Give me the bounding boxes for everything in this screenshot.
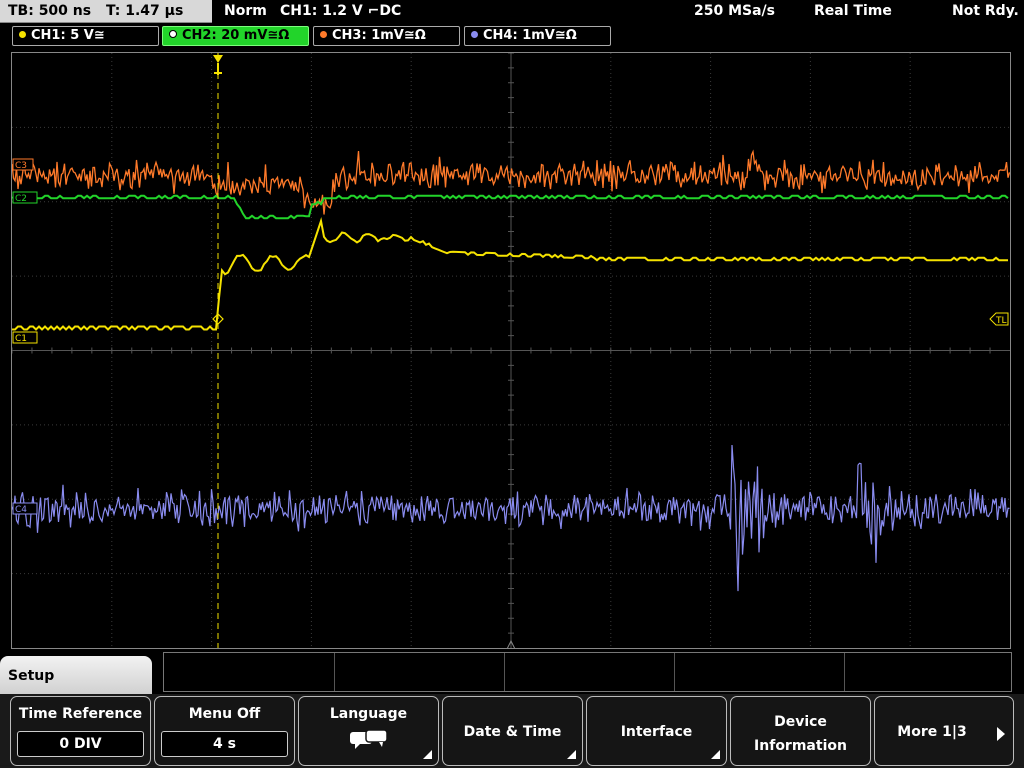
- channel-tab-label: CH2: 20 mV≅Ω: [182, 28, 290, 43]
- menu-title-tab: Setup: [0, 656, 152, 696]
- interface-softkey[interactable]: Interface: [586, 696, 727, 766]
- menu-off-softkey[interactable]: Menu Off 4 s: [154, 696, 295, 766]
- device-information-softkey[interactable]: Device Information: [730, 696, 871, 766]
- ch2-ground-marker[interactable]: C2: [12, 191, 38, 204]
- softkey-label: Time Reference: [18, 706, 143, 722]
- channel-tab-ch3[interactable]: CH3: 1mV≅Ω: [313, 26, 460, 46]
- acquisition-state: Not Rdy.: [952, 3, 1019, 19]
- strip-divider: [504, 653, 505, 691]
- trigger-position-marker[interactable]: [213, 55, 223, 75]
- next-page-arrow-icon: [997, 727, 1005, 741]
- softkey-label: Language: [329, 706, 408, 722]
- channel-tab-ch2[interactable]: CH2: 20 mV≅Ω: [162, 26, 309, 46]
- channel-tabs: CH1: 5 V≅ CH2: 20 mV≅Ω CH3: 1mV≅Ω CH4: 1…: [0, 26, 1024, 48]
- more-softkey[interactable]: More 1|3: [874, 696, 1014, 766]
- language-softkey[interactable]: Language: [298, 696, 439, 766]
- strip-divider: [334, 653, 335, 691]
- channel-tab-label: CH3: 1mV≅Ω: [332, 28, 426, 43]
- date-time-softkey[interactable]: Date & Time: [442, 696, 583, 766]
- softkey-bar: Time Reference 0 DIV Menu Off 4 s Langua…: [0, 694, 1024, 768]
- submenu-indicator: [567, 750, 576, 759]
- submenu-indicator: [711, 750, 720, 759]
- channel-tab-label: CH4: 1mV≅Ω: [483, 28, 577, 43]
- ch1-trace: [12, 217, 1008, 331]
- softkey-label: Menu Off: [188, 706, 261, 722]
- ch3-color-dot: [320, 31, 327, 38]
- menu-off-value: 4 s: [161, 731, 288, 757]
- softkey-label: Interface: [620, 724, 693, 740]
- trigger-level-label: TL: [995, 316, 1007, 326]
- acquisition-mode: Real Time: [814, 3, 892, 19]
- menu-info-strip: [163, 652, 1012, 692]
- ch3-marker-label: C3: [15, 161, 27, 171]
- time-reference-softkey[interactable]: Time Reference 0 DIV: [10, 696, 151, 766]
- softkey-label: Date & Time: [463, 724, 562, 740]
- channel-tab-label: CH1: 5 V≅: [31, 28, 105, 43]
- ch4-color-dot: [471, 31, 478, 38]
- ch1-color-dot: [19, 31, 26, 38]
- ch2-marker-label: C2: [15, 194, 27, 204]
- channel-tab-ch4[interactable]: CH4: 1mV≅Ω: [464, 26, 611, 46]
- trigger-mode[interactable]: Norm: [224, 0, 267, 23]
- sample-rate: 250 MSa/s: [694, 3, 776, 19]
- timebase-value: TB: 500 ns: [8, 3, 92, 19]
- softkey-label: More 1|3: [897, 724, 967, 740]
- ch4-marker-label: C4: [15, 505, 27, 515]
- softkey-label-line1: Device: [774, 714, 827, 730]
- timebase-box[interactable]: TB: 500 ns T: 1.47 µs: [0, 0, 212, 23]
- strip-divider: [674, 653, 675, 691]
- status-bar: TB: 500 ns T: 1.47 µs Norm CH1: 1.2 V ⌐D…: [0, 0, 1024, 24]
- ch2-trace: [12, 194, 1009, 220]
- strip-divider: [844, 653, 845, 691]
- channel-tab-ch1[interactable]: CH1: 5 V≅: [12, 26, 159, 46]
- ch1-ground-marker[interactable]: C1: [12, 331, 38, 344]
- ch1-marker-label: C1: [15, 334, 27, 344]
- trigger-time-value: T: 1.47 µs: [105, 3, 184, 19]
- submenu-indicator: [423, 750, 432, 759]
- speech-bubbles-icon: [350, 729, 388, 749]
- waveform-display[interactable]: C3 C2 C1 C4 TL: [11, 52, 1011, 649]
- softkey-label-line2: Information: [754, 738, 847, 754]
- ch3-ground-marker[interactable]: C3: [12, 158, 34, 171]
- trigger-info[interactable]: CH1: 1.2 V ⌐DC: [280, 0, 401, 23]
- time-reference-value: 0 DIV: [17, 731, 144, 757]
- ch4-ground-marker[interactable]: C4: [12, 502, 38, 515]
- trigger-level-marker[interactable]: TL: [989, 312, 1009, 326]
- graticule: [12, 53, 1010, 648]
- ch2-color-dot: [169, 30, 177, 38]
